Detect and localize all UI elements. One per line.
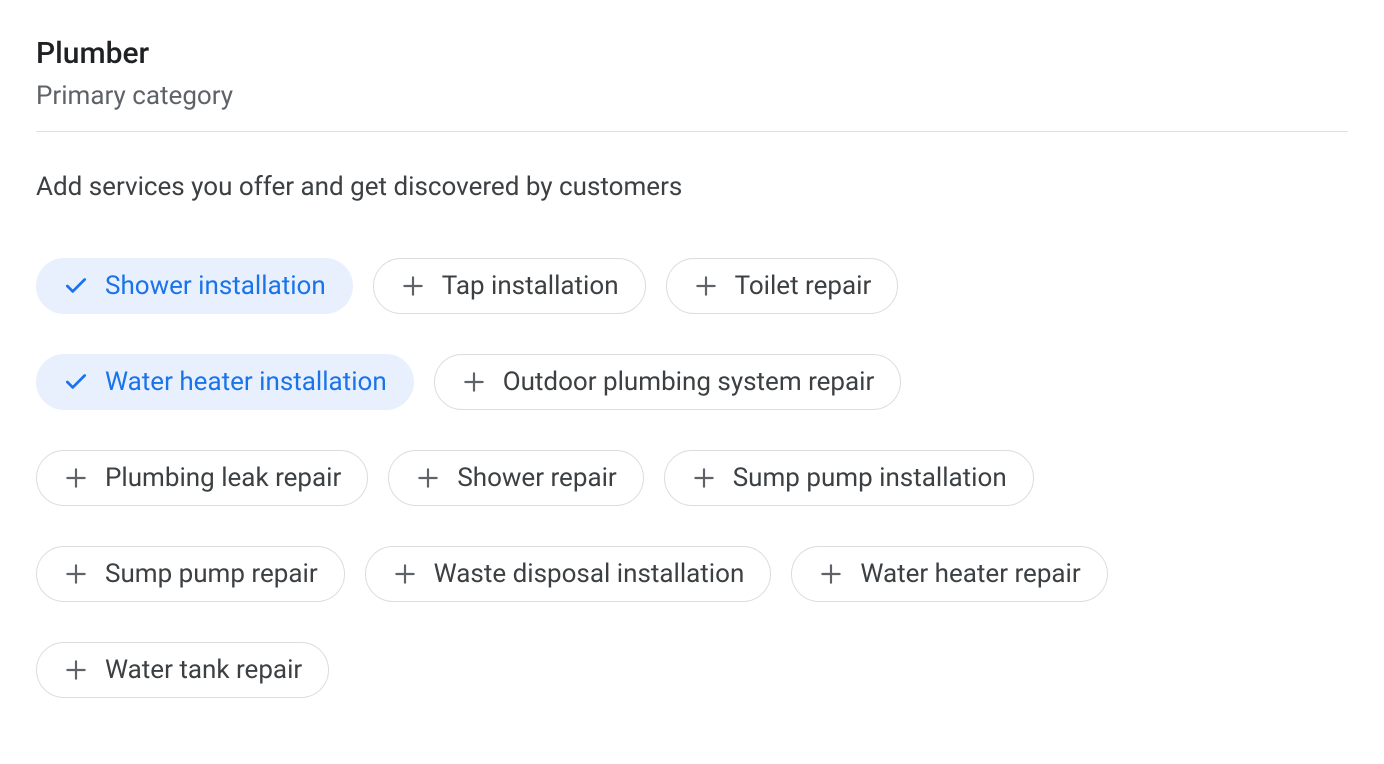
services-description: Add services you offer and get discovere… [36,172,1348,202]
service-chip[interactable]: Sump pump repair [36,546,345,602]
service-chip-label: Water tank repair [105,657,302,683]
service-chip-label: Plumbing leak repair [105,465,341,491]
service-chip-label: Sump pump installation [733,465,1007,491]
check-icon [63,369,89,395]
plus-icon [392,561,418,587]
service-chip-label: Water heater repair [860,561,1080,587]
service-chip[interactable]: Water tank repair [36,642,329,698]
plus-icon [415,465,441,491]
service-chip[interactable]: Shower installation [36,258,353,314]
service-chip[interactable]: Shower repair [388,450,643,506]
service-chip[interactable]: Sump pump installation [664,450,1034,506]
check-icon [63,273,89,299]
plus-icon [693,273,719,299]
service-chip[interactable]: Water heater repair [791,546,1107,602]
plus-icon [400,273,426,299]
category-title: Plumber [36,36,1348,71]
services-chips-container: Shower installation Tap installation Toile… [36,258,1348,698]
service-chip[interactable]: Outdoor plumbing system repair [434,354,902,410]
service-chip-label: Toilet repair [735,273,872,299]
plus-icon [461,369,487,395]
service-chip-label: Outdoor plumbing system repair [503,369,875,395]
plus-icon [818,561,844,587]
plus-icon [691,465,717,491]
service-chip[interactable]: Tap installation [373,258,646,314]
plus-icon [63,657,89,683]
service-chip[interactable]: Water heater installation [36,354,414,410]
service-chip-label: Shower installation [105,273,326,299]
service-chip-label: Sump pump repair [105,561,318,587]
category-header: Plumber Primary category [36,36,1348,132]
service-chip[interactable]: Toilet repair [666,258,899,314]
service-chip-label: Shower repair [457,465,616,491]
service-chip-label: Tap installation [442,273,619,299]
service-chip[interactable]: Waste disposal installation [365,546,772,602]
service-chip-label: Water heater installation [105,369,387,395]
plus-icon [63,561,89,587]
service-chip-label: Waste disposal installation [434,561,745,587]
plus-icon [63,465,89,491]
service-chip[interactable]: Plumbing leak repair [36,450,368,506]
category-subtitle: Primary category [36,81,1348,111]
